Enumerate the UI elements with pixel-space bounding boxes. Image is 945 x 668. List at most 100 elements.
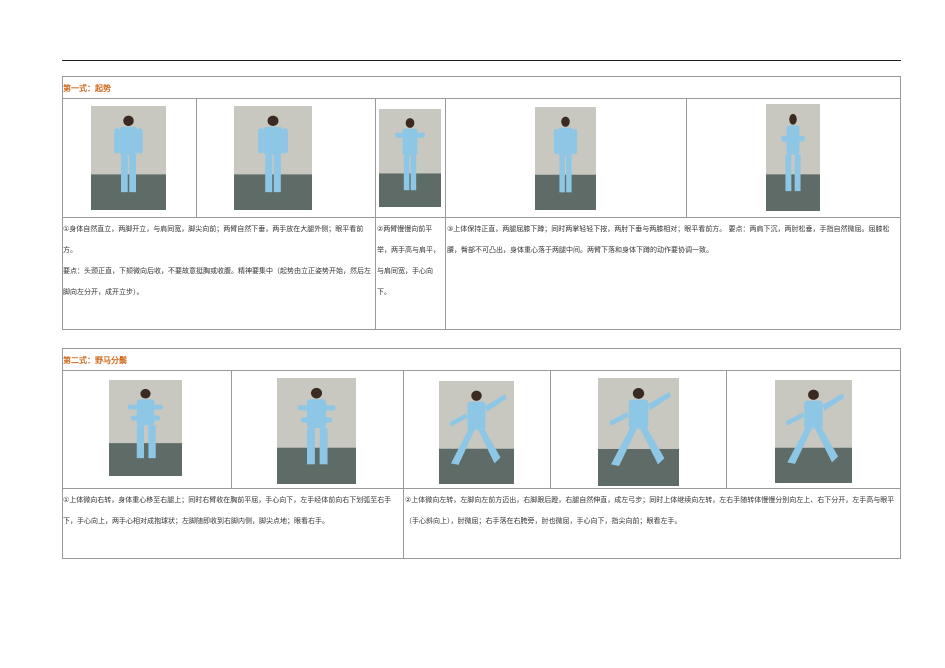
figure-right-arm: [416, 132, 425, 138]
figure-head: [789, 113, 797, 125]
photo-figure-svg: [439, 381, 514, 484]
photo-figure-svg: [91, 106, 166, 210]
figure-right-leg: [129, 155, 136, 193]
figure-right-arm: [137, 128, 143, 154]
s2-photo-1: [109, 380, 182, 476]
figure-left-arm: [258, 128, 264, 154]
s1-col-divider-3: [445, 98, 446, 329]
s1-photo-2: [234, 106, 312, 210]
photo-figure-svg: [379, 109, 441, 207]
figure-right-arm: [798, 136, 805, 142]
figure-torso: [307, 399, 326, 428]
figure-right-leg: [148, 425, 156, 459]
figure-left-arm: [781, 136, 788, 142]
s2-desc-2: ②上体微向左转，左脚向左前方迈出，右脚跟后蹬，右腿自然伸直，成左弓步；同时上体继…: [405, 496, 895, 525]
figure-right-leg: [410, 155, 417, 191]
figure-head: [808, 389, 819, 400]
s1-col-divider-1: [196, 98, 197, 217]
s2-col-divider-3: [550, 370, 551, 488]
figure-upper-arm: [297, 405, 336, 411]
s1-desc-1-text: ①身体自然直立，两脚开立，与肩同宽，脚尖向前；两臂自然下垂，两手放在大腿外侧；眼…: [63, 225, 364, 254]
s1-photo-4: [535, 107, 596, 210]
figure-head: [267, 115, 279, 127]
figure-left-leg: [403, 155, 410, 191]
figure-left-arm: [553, 129, 559, 155]
s2-col-divider-1: [231, 370, 232, 488]
header-rule: [62, 60, 901, 61]
s2-desc-1: ①上体微向右转，身体重心移至右腿上；同时右臂收在胸前平屈，手心向下，左手经体前向…: [63, 496, 392, 525]
figure-right-arm: [572, 129, 578, 155]
figure-torso: [467, 401, 486, 430]
s1-desc-2: ②两臂慢慢向前平举，两手高与肩平，与肩同宽，手心向下。: [377, 225, 440, 296]
figure-left-arm: [114, 128, 120, 154]
photo-floor: [598, 448, 679, 486]
figure-head: [123, 115, 134, 127]
figure-left-leg: [136, 425, 145, 459]
s1-photo-5: [766, 104, 820, 211]
figure-torso: [786, 125, 800, 155]
figure-head: [471, 390, 482, 401]
figure-lower-arm: [300, 417, 333, 423]
figure-head: [405, 118, 415, 128]
photo-floor: [91, 174, 166, 210]
photo-floor: [277, 447, 356, 484]
figure-torso: [804, 400, 823, 429]
photo-floor: [379, 173, 441, 207]
figure-upper-arm: [127, 404, 164, 410]
figure-right-leg: [794, 154, 801, 192]
figure-left-leg: [559, 155, 565, 193]
s1-desc-3: ③上体保持正直，两腿屈膝下蹲；同时两掌轻轻下按，两肘下垂与两膝相对；眼平看前方。…: [447, 225, 890, 254]
figure-left-leg: [265, 155, 273, 193]
figure-right-arm: [282, 128, 288, 154]
figure-torso: [119, 126, 138, 156]
figure-torso: [402, 128, 418, 156]
photo-floor: [234, 174, 312, 210]
photo-figure-svg: [775, 380, 852, 483]
s2-col-divider-4: [726, 370, 727, 488]
figure-left-leg: [785, 154, 792, 192]
section-2-title-divider: [62, 370, 901, 371]
s2-photo-5: [775, 380, 852, 483]
figure-torso: [558, 127, 573, 156]
photo-figure-svg: [535, 107, 596, 210]
figure-head: [140, 388, 151, 399]
s1-photo-3: [379, 109, 441, 207]
figure-torso: [136, 399, 155, 426]
photo-figure-svg: [277, 378, 356, 484]
figure-right-leg: [273, 155, 281, 193]
s1-photo-1: [91, 106, 166, 210]
s1-desc-1: ①身体自然直立，两脚开立，与肩同宽，脚尖向前；两臂自然下垂，两手放在大腿外侧；眼…: [63, 219, 373, 327]
section-1-photo-divider: [62, 217, 901, 218]
section-2-title: 第二式：野马分鬃: [63, 356, 127, 365]
s1-col-divider-4: [686, 98, 687, 217]
figure-head: [632, 388, 645, 399]
figure-right-leg: [566, 155, 572, 193]
s1-col-divider-2: [375, 98, 376, 329]
photo-figure-svg: [598, 378, 679, 486]
figure-lower-arm: [130, 415, 161, 421]
section-1-title-divider: [62, 98, 901, 99]
s2-photo-2: [277, 378, 356, 484]
figure-left-arm: [395, 132, 404, 138]
s2-photo-4: [598, 378, 679, 486]
section-1-title: 第一式：起势: [63, 84, 111, 93]
photo-floor: [439, 448, 514, 484]
figure-torso: [628, 399, 649, 429]
photo-floor: [109, 443, 182, 476]
figure-torso: [263, 126, 283, 156]
photo-figure-svg: [234, 106, 312, 210]
s2-photo-3: [439, 381, 514, 484]
figure-head: [310, 387, 323, 399]
figure-head: [561, 116, 570, 127]
photo-floor: [766, 174, 820, 211]
figure-left-leg: [307, 427, 315, 465]
figure-left-leg: [121, 155, 128, 193]
figure-right-leg: [319, 427, 328, 465]
photo-figure-svg: [109, 380, 182, 476]
s1-desc-1-points: 要点：头颈正直，下颏微向后收，不要故意挺胸或收腹。精神要集中（起势由立正姿势开始…: [63, 267, 371, 296]
photo-figure-svg: [766, 104, 820, 211]
photo-floor: [535, 174, 596, 210]
section-2-photo-divider: [62, 488, 901, 489]
s2-col-divider-2: [403, 370, 404, 558]
photo-floor: [775, 447, 852, 483]
